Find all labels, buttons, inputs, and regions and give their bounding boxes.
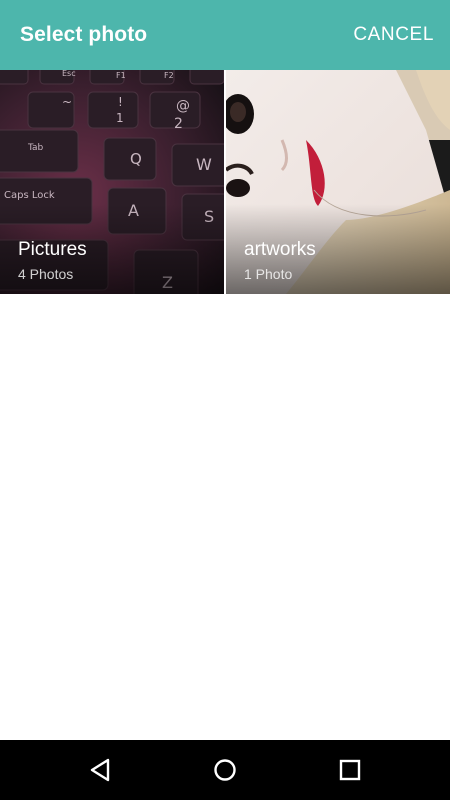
album-count: 1 Photo: [244, 266, 293, 282]
navigation-bar: [0, 740, 450, 800]
svg-text:~: ~: [62, 95, 72, 109]
svg-text:1: 1: [116, 111, 124, 125]
home-icon[interactable]: [210, 755, 240, 785]
album-name: artworks: [244, 239, 316, 260]
svg-text:!: !: [118, 95, 123, 109]
album-tile-artworks[interactable]: artworks 1 Photo: [226, 70, 450, 294]
album-grid: Esc F1 F2 ~ ! 1 @ 2 Tab Q W Caps Lock A …: [0, 70, 450, 294]
svg-text:F1: F1: [116, 71, 126, 80]
cancel-button[interactable]: CANCEL: [353, 24, 434, 46]
svg-text:F2: F2: [164, 71, 174, 80]
svg-text:Esc: Esc: [62, 70, 76, 78]
album-name: Pictures: [18, 239, 87, 260]
svg-text:2: 2: [174, 116, 183, 132]
svg-text:Tab: Tab: [27, 143, 44, 153]
page-title: Select photo: [20, 23, 148, 46]
svg-text:Caps Lock: Caps Lock: [4, 190, 55, 201]
album-count: 4 Photos: [18, 266, 74, 282]
svg-text:Q: Q: [130, 150, 142, 168]
svg-text:@: @: [176, 98, 190, 114]
app-bar: Select photo CANCEL: [0, 0, 450, 70]
back-icon[interactable]: [85, 755, 115, 785]
svg-text:W: W: [196, 155, 212, 174]
recent-apps-icon[interactable]: [335, 755, 365, 785]
album-tile-pictures[interactable]: Esc F1 F2 ~ ! 1 @ 2 Tab Q W Caps Lock A …: [0, 70, 224, 294]
